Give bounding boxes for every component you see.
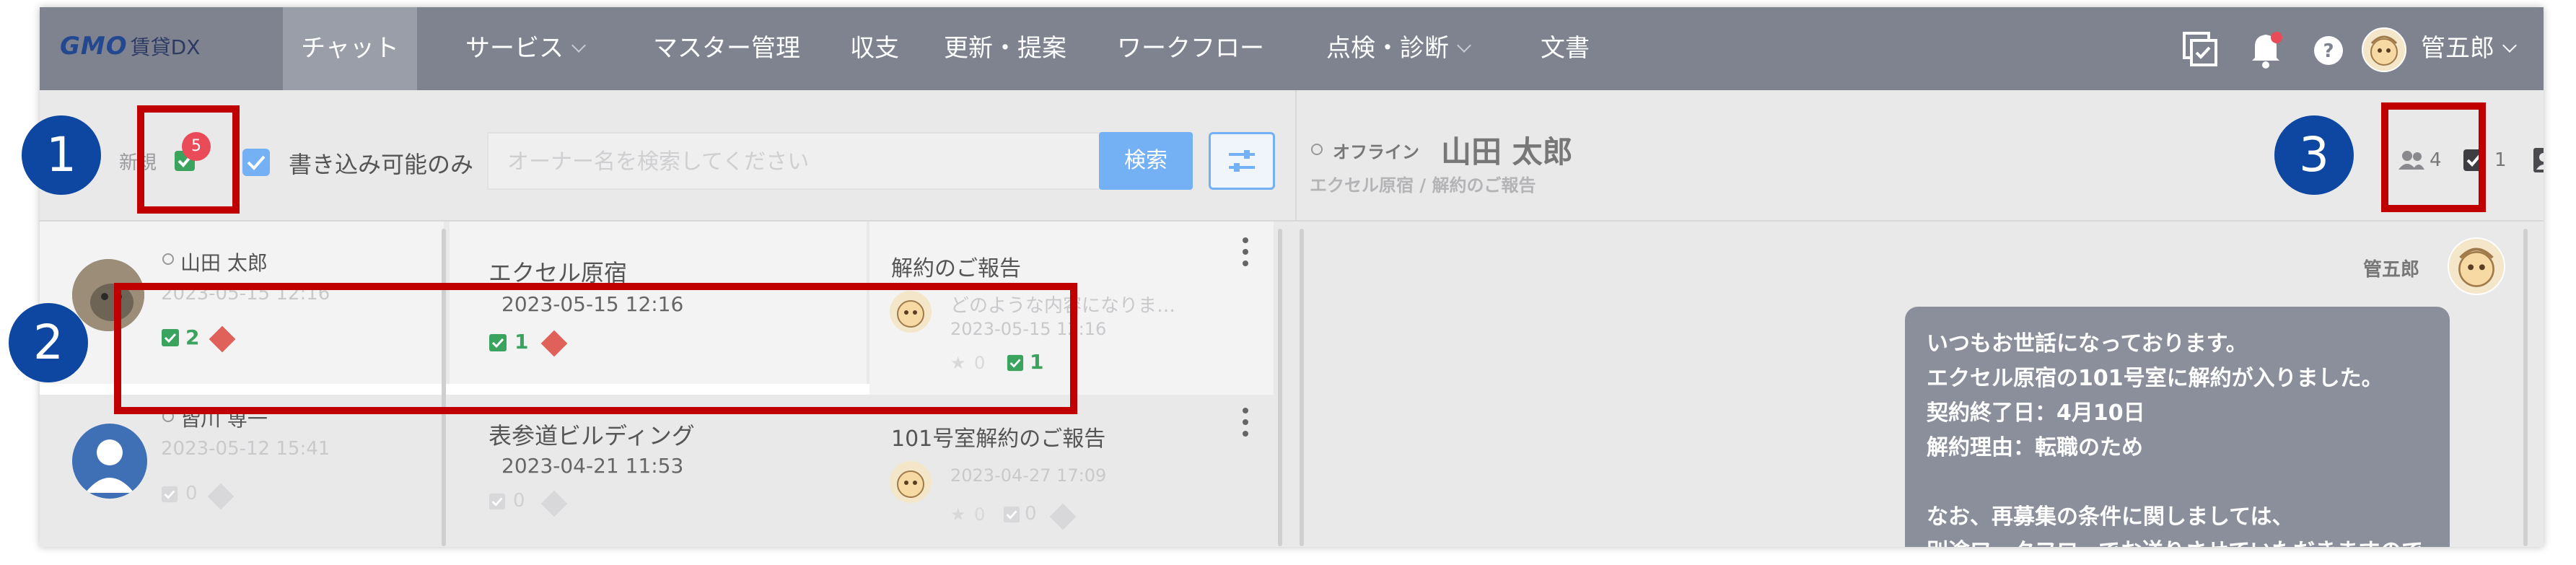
star-icon: ★ — [950, 504, 966, 525]
bell-icon[interactable] — [2248, 29, 2284, 69]
message-line: なお、再募集の条件に関しましては、 — [1927, 504, 2294, 530]
annotation-box-3 — [2381, 102, 2486, 212]
task-checkbox-icon — [489, 493, 506, 510]
owner-search-input[interactable]: オーナー名を検索してください — [487, 132, 1115, 190]
owner-task-count: 0 — [185, 483, 198, 504]
nav-item-renewal[interactable]: 更新・提案 — [944, 7, 1066, 90]
pane-divider[interactable] — [1300, 229, 1304, 546]
app-window: GMO 賃貸DX チャット サービス マスター管理 収支 更新・提案 ワークフロ… — [40, 7, 2544, 547]
contact-card-icon[interactable] — [2532, 146, 2544, 174]
logo-product: 賃貸DX — [130, 35, 201, 59]
workflow-diamond-icon — [1049, 503, 1077, 530]
task-checkbox-icon — [1003, 506, 1020, 523]
chevron-down-icon — [2502, 38, 2517, 53]
annotation-box-1 — [137, 105, 240, 214]
breadcrumb[interactable]: エクセル原宿 / 解約のご報告 — [1310, 171, 1535, 196]
writable-only-checkbox[interactable] — [242, 148, 271, 177]
nav-item-services[interactable]: サービス — [465, 7, 586, 90]
sliders-icon — [1229, 150, 1255, 172]
list-item[interactable]: 皆川 専一 2023-05-12 15:41 0 表参道ビルディング 2023-… — [40, 396, 1295, 547]
message-line: 解約理由：転職のため — [1927, 435, 2143, 460]
chevron-down-icon — [571, 38, 586, 53]
topic-title: 解約のご報告 — [891, 256, 1021, 281]
property-time: 2023-04-21 11:53 — [501, 454, 684, 478]
callout-2: 2 — [9, 303, 88, 382]
nav-item-label: 更新・提案 — [944, 34, 1066, 63]
star-count: 0 — [974, 504, 986, 525]
conversation-header: オフライン 山田 太郎 エクセル原宿 / 解約のご報告 4 1 — [1295, 90, 2544, 222]
message-line — [1927, 465, 2428, 500]
nav-item-label: ワークフロー — [1117, 34, 1264, 63]
nav-item-label: 文書 — [1541, 34, 1590, 63]
nav-item-label: 点検・診断 — [1326, 34, 1449, 63]
nav-item-label: サービス — [465, 34, 564, 63]
avatar — [2448, 237, 2505, 295]
message-line: いつもお世話になっております。 — [1927, 331, 2248, 356]
nav-item-master[interactable]: マスター管理 — [653, 7, 800, 90]
more-vertical-icon[interactable] — [1240, 406, 1250, 438]
task-count: 1 — [2494, 149, 2507, 171]
writable-only-label: 書き込み可能のみ — [289, 151, 474, 178]
avatar — [72, 424, 147, 499]
topic-time: 2023-04-27 17:09 — [950, 465, 1107, 486]
search-button[interactable]: 検索 — [1099, 132, 1193, 190]
filter-button[interactable] — [1209, 132, 1275, 190]
nav-item-workflow[interactable]: ワークフロー — [1117, 7, 1264, 90]
owner-name: 山田 太郎 — [180, 251, 268, 275]
topic-column-scrollbar[interactable] — [1278, 229, 1282, 546]
property-task-count: 0 — [513, 490, 525, 512]
user-name: 管五郎 — [2421, 34, 2494, 63]
topic-task-count: 0 — [1025, 503, 1037, 525]
task-checkbox-icon — [161, 486, 178, 503]
message-line: 契約終了日：4月10日 — [1927, 400, 2145, 426]
callout-1: 1 — [22, 115, 101, 195]
offline-status-icon — [1311, 144, 1323, 155]
help-icon[interactable]: ? — [2313, 35, 2344, 66]
offline-status-icon — [162, 253, 174, 265]
annotation-box-2 — [114, 283, 1077, 414]
message-scrollbar[interactable] — [2523, 229, 2528, 546]
avatar — [890, 461, 932, 503]
top-nav: GMO 賃貸DX チャット サービス マスター管理 収支 更新・提案 ワークフロ… — [40, 7, 2544, 90]
nav-item-inspection[interactable]: 点検・診断 — [1326, 7, 1471, 90]
avatar-illustration-icon — [2370, 35, 2398, 66]
nav-item-income[interactable]: 収支 — [850, 7, 899, 90]
user-menu[interactable]: 管五郎 — [2421, 7, 2517, 90]
nav-item-label: チャット — [301, 34, 399, 63]
more-vertical-icon[interactable] — [1240, 236, 1250, 268]
owner-time: 2023-05-12 15:41 — [161, 438, 330, 460]
message-line: エクセル原宿の101号室に解約が入りました。 — [1927, 366, 2383, 391]
nav-item-documents[interactable]: 文書 — [1541, 7, 1590, 90]
conversation-title: 山田 太郎 — [1441, 134, 1573, 170]
property-name: 表参道ビルディング — [489, 422, 695, 450]
workflow-diamond-icon — [207, 483, 235, 510]
task-list-icon[interactable] — [2181, 30, 2220, 69]
workflow-diamond-icon — [540, 490, 568, 517]
callout-3: 3 — [2274, 115, 2354, 195]
default-user-icon — [85, 439, 134, 493]
topic-title: 101号室解約のご報告 — [891, 426, 1106, 452]
nav-item-chat[interactable]: チャット — [283, 7, 417, 90]
avatar-illustration-icon — [2458, 248, 2494, 287]
message-bubble[interactable]: いつもお世話になっております。 エクセル原宿の101号室に解約が入りました。 契… — [1905, 307, 2450, 547]
app-logo[interactable]: GMO 賃貸DX — [60, 32, 200, 68]
nav-item-label: 収支 — [850, 34, 899, 63]
chevron-down-icon — [1457, 38, 1471, 53]
logo-brand: GMO — [60, 32, 128, 61]
status-label: オフライン — [1333, 142, 1419, 162]
avatar-illustration-icon — [897, 470, 924, 498]
svg-text:?: ? — [2323, 40, 2334, 62]
nav-item-label: マスター管理 — [653, 34, 800, 63]
message-line: 別途ワークフローでお送りさせていただきますので — [1927, 535, 2428, 547]
message-sender: 管五郎 — [2363, 259, 2420, 281]
user-avatar[interactable] — [2362, 27, 2406, 72]
